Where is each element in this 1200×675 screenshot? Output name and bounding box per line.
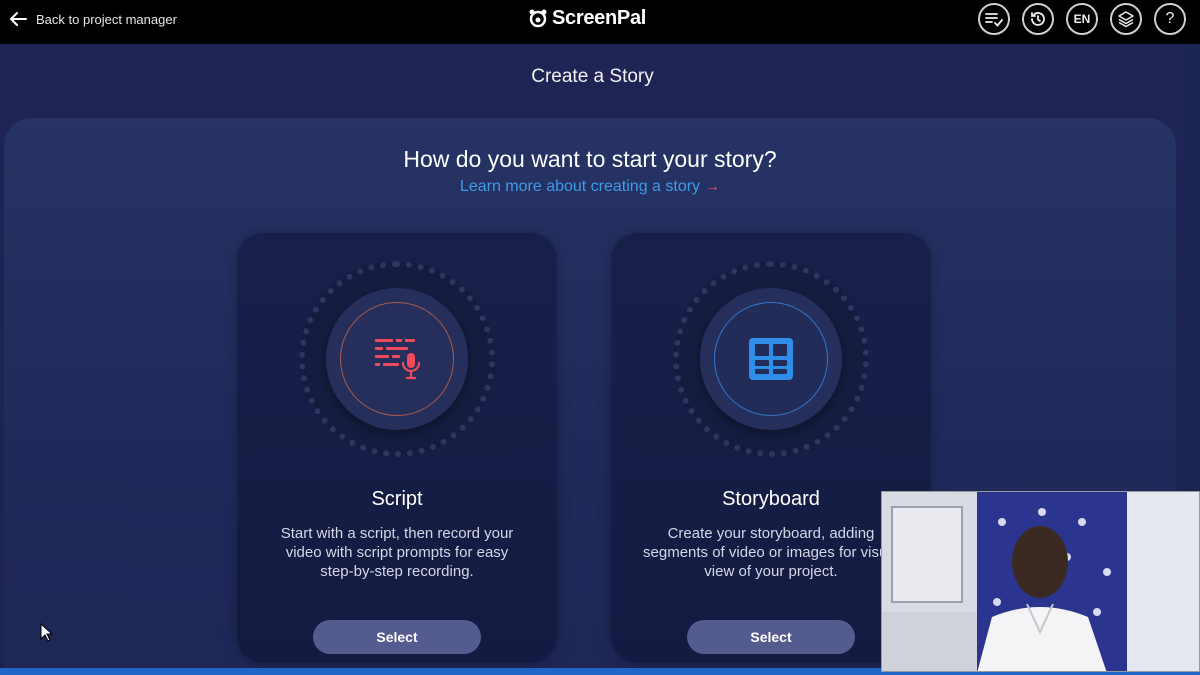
checklist-icon [985,13,1003,27]
arrow-left-icon [9,12,27,26]
history-icon [1031,12,1045,26]
storyboard-select-button[interactable]: Select [687,620,855,654]
storyboard-icon-circle [714,302,828,416]
layers-icon [1118,11,1134,28]
layers-button[interactable] [1110,3,1142,35]
back-label: Back to project manager [36,11,177,27]
script-icon-circle [340,302,454,416]
learn-more-link[interactable]: Learn more about creating a story → [4,178,1176,196]
page-title: Create a Story [531,66,654,87]
screenpal-logo-icon [529,9,547,28]
script-mic-icon [375,339,421,380]
logo-text: ScreenPal [552,6,647,29]
learn-more-label: Learn more about creating a story [459,178,701,195]
back-to-project-manager-link[interactable]: Back to project manager [8,7,177,31]
script-description: Start with a script, then record your vi… [280,525,514,580]
webcam-person-image [882,492,1199,671]
webcam-overlay[interactable] [881,491,1200,672]
screenpal-logo: ScreenPal [528,5,646,31]
script-card[interactable]: Script Start with a script, then record … [237,233,557,663]
top-actions: EN ? [978,3,1186,35]
checklist-button[interactable] [978,3,1010,35]
top-bar: Back to project manager ScreenPal EN ? [0,0,1200,44]
history-button[interactable] [1022,3,1054,35]
script-select-button[interactable]: Select [313,620,481,654]
arrow-right-icon: → [704,178,721,195]
script-title: Script [371,488,423,510]
question-heading: How do you want to start your story? [403,146,777,172]
mouse-cursor-icon [40,623,54,642]
help-button[interactable]: ? [1154,3,1186,35]
language-button[interactable]: EN [1066,3,1098,35]
storyboard-description: Create your storyboard, adding segments … [643,525,899,580]
storyboard-grid-icon [749,338,793,380]
